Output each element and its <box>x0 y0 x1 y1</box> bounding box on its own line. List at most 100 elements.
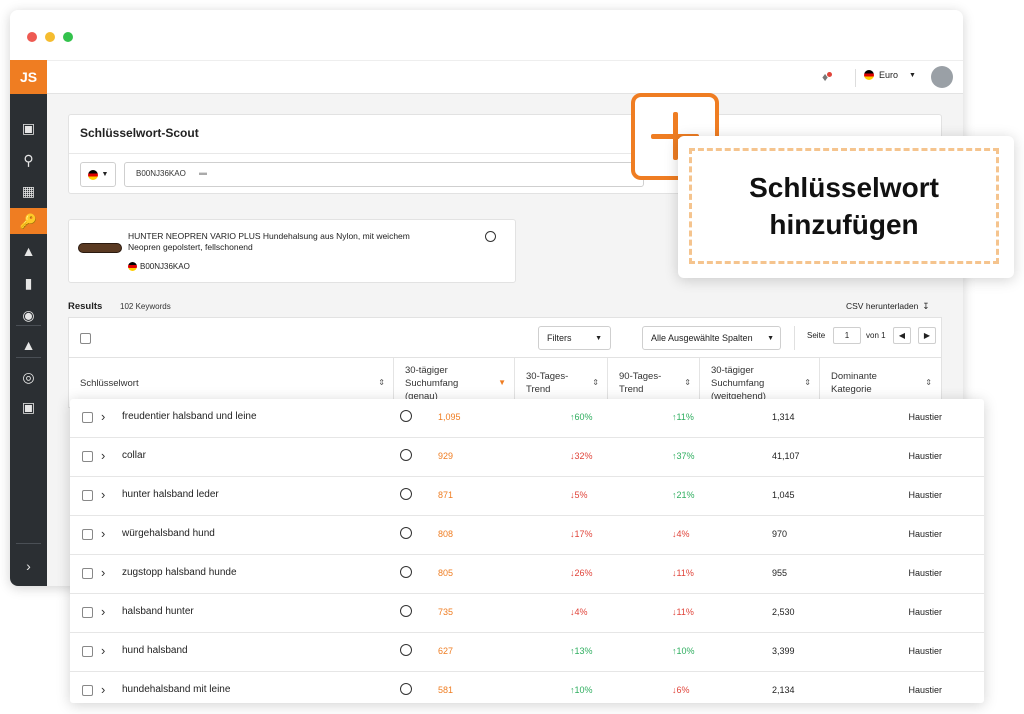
table-row[interactable]: › hund halsband 627 ↑13% ↑10% 3,399 Haustier <box>70 633 984 672</box>
trend30-cell: ↑13% <box>570 646 593 656</box>
table-row[interactable]: › würgehalsband hund 808 ↓17% ↓4% 970 Haustier <box>70 516 984 555</box>
sidebar-divider <box>16 325 41 326</box>
expand-row-chevron-icon[interactable]: › <box>101 604 105 619</box>
table-row[interactable]: › zugstopp halsband hunde 805 ↓26% ↓11% 955 Ha… <box>70 555 984 594</box>
trend90-cell: ↓11% <box>672 607 694 617</box>
chrome-icon[interactable]: ◎ <box>10 364 47 390</box>
page-input[interactable]: 1 <box>833 327 861 344</box>
amazon-search-icon[interactable] <box>400 527 412 539</box>
currency-selector[interactable]: Euro ▼ <box>864 70 916 80</box>
table-row[interactable]: › hundehalsband mit leine 581 ↑10% ↓6% 2,134 H… <box>70 672 984 711</box>
flag-de-icon <box>128 262 137 271</box>
sort-icon[interactable]: ⇕ <box>684 376 691 389</box>
amazon-search-icon[interactable] <box>400 605 412 617</box>
keyword-cell: collar <box>122 450 146 461</box>
product-asin: B00NJ36KAO <box>128 262 190 271</box>
table-row[interactable]: › hunter halsband leder 871 ↓5% ↑21% 1,045 Hau… <box>70 477 984 516</box>
maximize-window-button[interactable] <box>63 32 73 42</box>
sort-desc-icon[interactable]: ▼ <box>498 376 506 389</box>
broad-volume-cell: 3,399 <box>772 646 795 656</box>
expand-row-chevron-icon[interactable]: › <box>101 526 105 541</box>
keyword-cell: würgehalsband hund <box>122 528 215 539</box>
flag-de-icon <box>864 70 874 80</box>
minimize-window-button[interactable] <box>45 32 55 42</box>
table-row[interactable]: › freudentier halsband und leine 1,095 ↑60%… <box>70 399 984 438</box>
keyword-cell: hund halsband <box>122 645 188 656</box>
category-cell: Haustier <box>908 685 942 695</box>
amazon-search-icon[interactable] <box>400 644 412 656</box>
row-checkbox[interactable] <box>82 451 93 462</box>
product-image <box>78 243 122 253</box>
expand-row-chevron-icon[interactable]: › <box>101 409 105 424</box>
filters-button[interactable]: Filters ▼ <box>538 326 611 350</box>
megaphone-icon[interactable]: ▲ <box>10 238 47 264</box>
amazon-icon[interactable] <box>485 231 496 242</box>
cart-icon[interactable]: ▣ <box>10 394 47 420</box>
category-cell: Haustier <box>908 412 942 422</box>
columns-selector[interactable]: Alle Ausgewählte Spalten ▼ <box>642 326 781 350</box>
bar-chart-icon[interactable]: ▮ <box>10 270 47 296</box>
row-checkbox[interactable] <box>82 646 93 657</box>
table-toolbar: Filters ▼ Alle Ausgewählte Spalten ▼ Sei… <box>68 317 942 358</box>
column-header-label: 30-tägiger Suchumfang (genau) <box>405 364 459 402</box>
category-cell: Haustier <box>908 646 942 656</box>
trend30-cell: ↑10% <box>570 685 593 695</box>
category-cell: Haustier <box>908 490 942 500</box>
app-logo[interactable]: JS <box>10 60 47 94</box>
trend90-cell: ↑10% <box>672 646 695 656</box>
trend30-cell: ↓4% <box>570 607 588 617</box>
broad-volume-cell: 2,530 <box>772 607 795 617</box>
amazon-search-icon[interactable] <box>400 410 412 422</box>
select-all-checkbox[interactable] <box>80 333 91 344</box>
key-icon[interactable]: 🔑 <box>10 208 47 234</box>
row-checkbox[interactable] <box>82 529 93 540</box>
avatar[interactable] <box>931 66 953 88</box>
next-page-button[interactable]: ▶ <box>918 327 936 344</box>
expand-row-chevron-icon[interactable]: › <box>101 448 105 463</box>
amazon-search-icon[interactable] <box>400 449 412 461</box>
close-window-button[interactable] <box>27 32 37 42</box>
search-icon[interactable]: ⚲ <box>10 147 47 173</box>
csv-download-link[interactable]: CSV herunterladen ↧ <box>846 301 929 312</box>
divider <box>794 326 795 350</box>
amazon-search-icon[interactable] <box>400 683 412 695</box>
table-row[interactable]: › collar 929 ↓32% ↑37% 41,107 Haustier <box>70 438 984 477</box>
marketplace-selector[interactable]: ▼ <box>80 162 116 187</box>
row-checkbox[interactable] <box>82 685 93 696</box>
expand-row-chevron-icon[interactable]: › <box>101 643 105 658</box>
expand-row-chevron-icon[interactable]: › <box>101 682 105 697</box>
trend30-value: 4% <box>574 607 588 617</box>
briefcase-icon[interactable]: ▣ <box>10 115 47 141</box>
flag-de-icon <box>87 169 98 180</box>
trend30-value: 32% <box>574 451 593 461</box>
sort-icon[interactable]: ⇕ <box>925 376 932 389</box>
store-icon[interactable]: ▦ <box>10 178 47 204</box>
asin-label: B00NJ36KAO <box>140 262 190 271</box>
asin-input[interactable]: B00NJ36KAO ▬ <box>124 162 644 187</box>
row-checkbox[interactable] <box>82 412 93 423</box>
row-checkbox[interactable] <box>82 568 93 579</box>
sort-icon[interactable]: ⇕ <box>592 376 599 389</box>
title-bar <box>10 10 963 60</box>
trend90-cell: ↓6% <box>672 685 690 695</box>
table-row[interactable]: › halsband hunter 735 ↓4% ↓11% 2,530 Haustier <box>70 594 984 633</box>
prev-page-button[interactable]: ◀ <box>893 327 911 344</box>
expand-row-chevron-icon[interactable]: › <box>101 565 105 580</box>
graduation-cap-icon[interactable]: ▲ <box>10 332 47 358</box>
volume-cell: 808 <box>438 529 454 539</box>
top-bar: ♦ Euro ▼ <box>47 60 963 94</box>
expand-chevron-icon[interactable]: › <box>10 553 47 579</box>
expand-row-chevron-icon[interactable]: › <box>101 487 105 502</box>
sort-icon[interactable]: ⇕ <box>804 376 811 389</box>
keyword-table-body: › freudentier halsband und leine 1,095 ↑60%… <box>70 399 984 703</box>
sort-icon[interactable]: ⇕ <box>378 376 385 389</box>
row-checkbox[interactable] <box>82 607 93 618</box>
callout-line-1: Schlüsselwort <box>749 172 939 203</box>
amazon-search-icon[interactable] <box>400 488 412 500</box>
amazon-search-icon[interactable] <box>400 566 412 578</box>
trend90-value: 11% <box>676 607 694 617</box>
row-checkbox[interactable] <box>82 490 93 501</box>
volume-cell: 929 <box>438 451 454 461</box>
trash-icon[interactable]: ▬ <box>199 168 207 177</box>
trend30-cell: ↓5% <box>570 490 588 500</box>
